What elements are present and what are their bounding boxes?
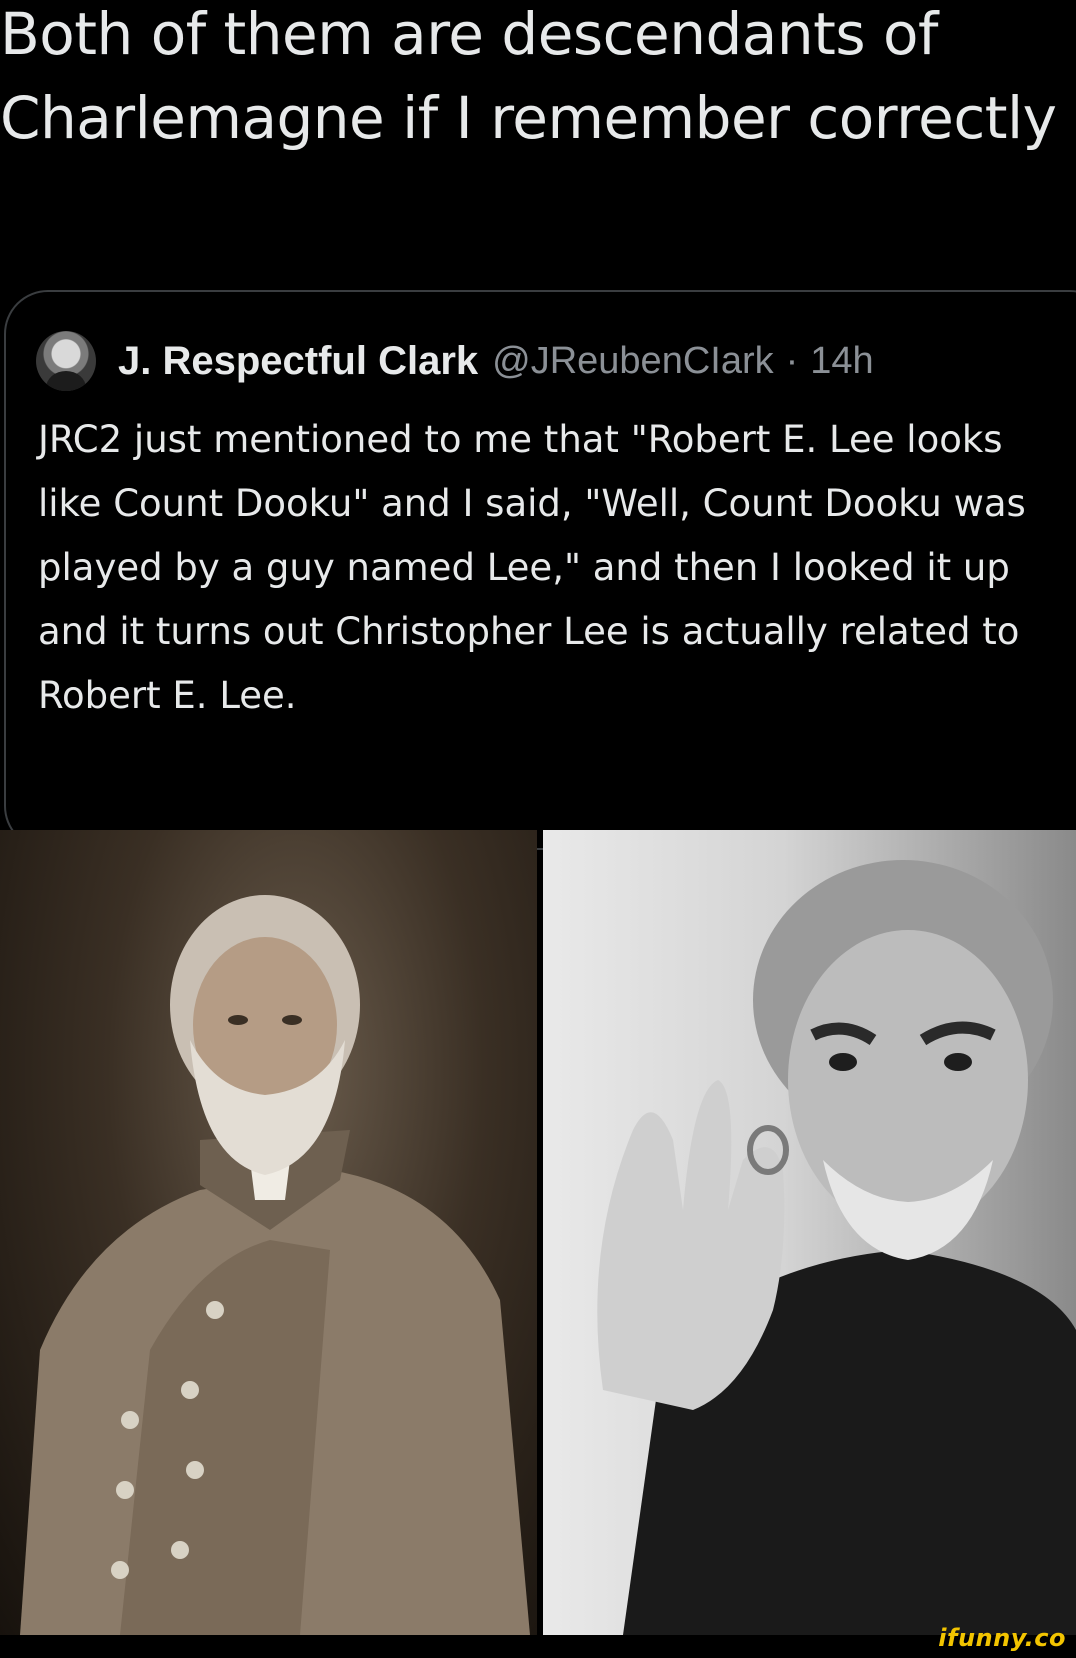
user-handle[interactable]: @JReubenCIark: [492, 340, 773, 383]
portrait-illustration-left: [20, 895, 530, 1635]
tweet-media[interactable]: [0, 830, 1076, 1635]
ifunny-watermark: ifunny.co: [938, 1624, 1066, 1652]
quoted-tweet-header: J. Respectful Clark @JReubenCIark · 14h: [36, 328, 874, 394]
reply-text: Both of them are descendants of Charlema…: [0, 0, 1057, 152]
timestamp[interactable]: 14h: [810, 340, 873, 383]
photo-robert-e-lee[interactable]: [0, 830, 537, 1635]
portrait-illustration-right: [597, 860, 1076, 1635]
quoted-tweet-body: JRC2 just mentioned to me that "Robert E…: [38, 418, 1026, 717]
avatar[interactable]: [36, 331, 96, 391]
separator-dot: ·: [785, 339, 799, 382]
photo-christopher-lee[interactable]: [543, 830, 1076, 1635]
display-name[interactable]: J. Respectful Clark: [118, 339, 478, 384]
